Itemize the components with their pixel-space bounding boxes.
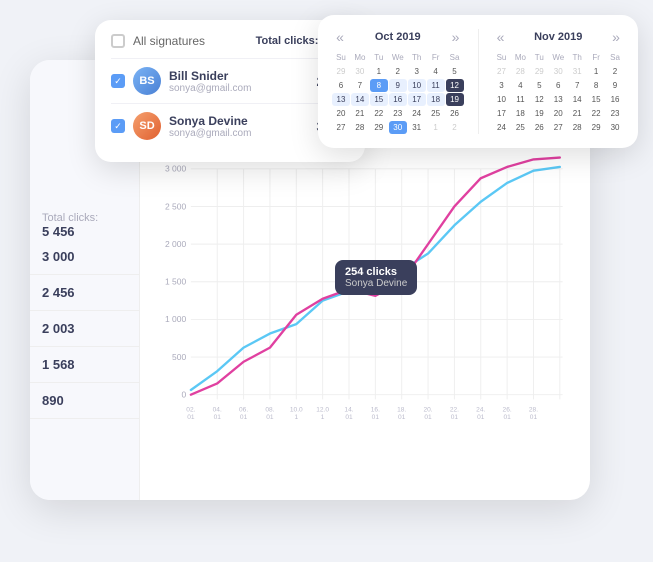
cal-grid-oct: Su Mo Tu We Th Fr Sa 29 30 1 2 3 4 5 6 7… — [332, 51, 464, 134]
svg-text:20.: 20. — [423, 407, 432, 414]
svg-text:22.: 22. — [450, 407, 459, 414]
avatar-sonya: SD — [133, 112, 161, 140]
svg-text:500: 500 — [172, 352, 186, 362]
svg-text:26.: 26. — [503, 407, 512, 414]
cal-grid-nov: Su Mo Tu We Th Fr Sa 27 28 29 30 31 1 2 … — [493, 51, 625, 134]
sig-email-sonya: sonya@gmail.com — [169, 128, 308, 139]
sig-checkbox-bill[interactable] — [111, 74, 125, 88]
svg-text:01: 01 — [372, 414, 380, 421]
svg-text:01: 01 — [503, 414, 511, 421]
svg-text:16.: 16. — [371, 407, 380, 414]
svg-text:01: 01 — [398, 414, 406, 421]
svg-text:2 500: 2 500 — [165, 201, 186, 211]
sig-info-bill: Bill Snider sonya@gmail.com — [169, 69, 308, 94]
sig-email-bill: sonya@gmail.com — [169, 83, 308, 94]
sig-name-bill: Bill Snider — [169, 69, 308, 83]
svg-text:1 000: 1 000 — [165, 314, 186, 324]
svg-text:01: 01 — [214, 414, 222, 421]
sig-title-row: All signatures — [111, 34, 205, 48]
svg-text:06.: 06. — [239, 407, 248, 414]
svg-text:01: 01 — [345, 414, 353, 421]
svg-text:18.: 18. — [397, 407, 406, 414]
svg-text:12.0: 12.0 — [316, 407, 329, 414]
cal-prev-oct[interactable]: « — [332, 29, 348, 45]
svg-text:2 000: 2 000 — [165, 239, 186, 249]
cal-title-oct: Oct 2019 — [375, 31, 421, 43]
svg-text:24.: 24. — [476, 407, 485, 414]
cal-next-oct[interactable]: » — [448, 29, 464, 45]
sig-name-sonya: Sonya Devine — [169, 114, 308, 128]
svg-text:28.: 28. — [529, 407, 538, 414]
svg-text:02.: 02. — [186, 407, 195, 414]
sig-row-sonya: SD Sonya Devine sonya@gmail.com 3 000 — [111, 103, 349, 148]
sidebar-total-value: 5 456 — [42, 224, 75, 239]
cal-header-oct: « Oct 2019 » — [332, 29, 464, 45]
avatar-bill: BS — [133, 67, 161, 95]
sig-info-sonya: Sonya Devine sonya@gmail.com — [169, 114, 308, 139]
svg-text:01: 01 — [530, 414, 538, 421]
cal-next-nov[interactable]: » — [608, 29, 624, 45]
svg-text:1: 1 — [294, 414, 298, 421]
tooltip-dot — [344, 285, 353, 294]
svg-text:10.0: 10.0 — [290, 407, 303, 414]
svg-text:04.: 04. — [213, 407, 222, 414]
sidebar-item-4: 890 — [30, 383, 139, 419]
chart-svg: 3 000 2 500 2 000 1 500 1 000 500 0 02. … — [155, 150, 575, 470]
svg-text:01: 01 — [451, 414, 459, 421]
sig-title-label: All signatures — [133, 34, 205, 48]
calendar-oct: « Oct 2019 » Su Mo Tu We Th Fr Sa 29 30 … — [332, 29, 464, 134]
cal-title-nov: Nov 2019 — [534, 31, 582, 43]
svg-text:1: 1 — [321, 414, 325, 421]
svg-text:01: 01 — [240, 414, 248, 421]
svg-text:3 000: 3 000 — [165, 164, 186, 174]
svg-text:08.: 08. — [265, 407, 274, 414]
svg-text:14.: 14. — [344, 407, 353, 414]
sidebar-item-0: 3 000 — [30, 239, 139, 275]
sidebar-item-1: 2 456 — [30, 275, 139, 311]
cal-prev-nov[interactable]: « — [493, 29, 509, 45]
sidebar-item-2: 2 003 — [30, 311, 139, 347]
checkbox-all[interactable] — [111, 34, 125, 48]
sig-checkbox-sonya[interactable] — [111, 119, 125, 133]
calendar-card: « Oct 2019 » Su Mo Tu We Th Fr Sa 29 30 … — [318, 15, 638, 148]
svg-text:1 500: 1 500 — [165, 277, 186, 287]
calendar-divider — [478, 29, 479, 134]
svg-text:01: 01 — [424, 414, 432, 421]
chart-area: 3 000 2 500 2 000 1 500 1 000 500 0 02. … — [140, 140, 590, 500]
svg-text:0: 0 — [181, 390, 186, 400]
sig-header: All signatures Total clicks: 5 456 — [111, 34, 349, 48]
sidebar-item-3: 1 568 — [30, 347, 139, 383]
sidebar-total-label: Total clicks: 5 456 — [30, 200, 139, 239]
svg-text:01: 01 — [266, 414, 274, 421]
svg-text:01: 01 — [187, 414, 195, 421]
svg-text:01: 01 — [477, 414, 485, 421]
cal-header-nov: « Nov 2019 » — [493, 29, 625, 45]
calendar-nov: « Nov 2019 » Su Mo Tu We Th Fr Sa 27 28 … — [493, 29, 625, 134]
sig-row-bill: BS Bill Snider sonya@gmail.com 2 456 — [111, 58, 349, 103]
